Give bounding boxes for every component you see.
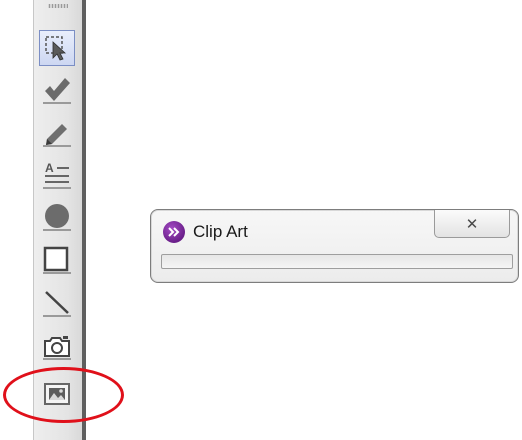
selection-arrow-icon xyxy=(43,34,71,62)
clip-art-dialog: Clip Art ✕ xyxy=(150,209,519,283)
toolbar-grip-handle[interactable] xyxy=(48,4,68,8)
pencil-tool-button[interactable] xyxy=(39,115,75,151)
app-logo-icon xyxy=(163,221,185,243)
text-tool-button[interactable]: A xyxy=(39,157,75,193)
camera-tool-button[interactable] xyxy=(39,328,75,364)
checkmark-tool-button[interactable] xyxy=(39,72,75,108)
text-icon-letter: A xyxy=(45,161,54,175)
close-button[interactable]: ✕ xyxy=(434,210,510,238)
red-highlight-ellipse xyxy=(3,367,124,423)
circle-icon xyxy=(42,202,72,232)
dialog-title: Clip Art xyxy=(193,222,248,241)
square-icon xyxy=(42,245,72,275)
select-tool-button[interactable] xyxy=(39,30,75,66)
checkmark-icon xyxy=(42,75,72,105)
pencil-icon xyxy=(42,118,72,148)
close-icon: ✕ xyxy=(465,214,479,233)
line-tool-button[interactable] xyxy=(39,285,75,321)
ellipse-tool-button[interactable] xyxy=(39,199,75,235)
progress-bar xyxy=(161,254,513,269)
rectangle-tool-button[interactable] xyxy=(39,242,75,278)
line-icon xyxy=(42,288,72,318)
camera-icon xyxy=(42,331,72,361)
text-icon: A xyxy=(42,160,72,190)
